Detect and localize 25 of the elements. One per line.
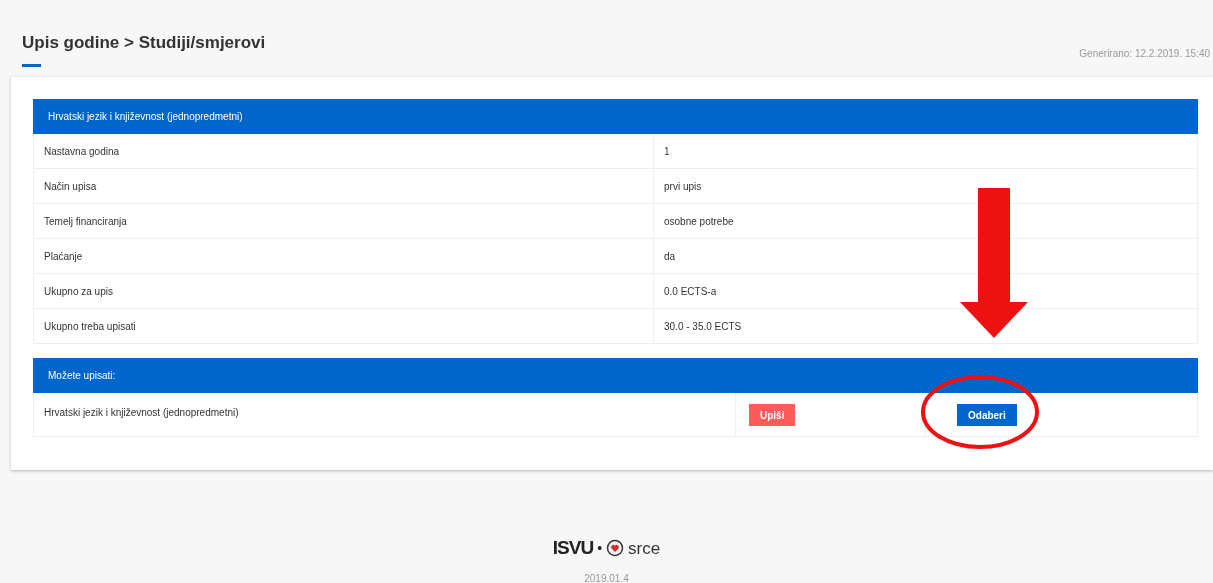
table-cell: Ukupno treba upisati xyxy=(34,309,654,343)
table-cell-text: 0.0 ECTS-a xyxy=(663,284,718,299)
table-cell-text: da xyxy=(663,249,677,264)
table-cell-text: 30.0 - 35.0 ECTS xyxy=(663,319,743,334)
table-cell: Ukupno za upis xyxy=(34,274,654,308)
isvu-logo: ISVU xyxy=(552,536,594,560)
version-text: 2019.01.4 xyxy=(584,571,629,583)
table-header: Hrvatski jezik i književnost (jednopredmetni) xyxy=(33,99,1198,134)
table-cell: Temelj financiranja xyxy=(34,204,654,238)
page-title: Upis godine > Studiji/smjerovi xyxy=(22,32,266,54)
table-cell: Plaćanje xyxy=(34,239,654,273)
table-header: Možete upisati: xyxy=(33,358,1198,393)
table-cell-text: 1 xyxy=(663,144,671,159)
logo-separator: • xyxy=(597,538,603,558)
table-cell: Hrvatski jezik i književnost (jednopredmetni) xyxy=(34,393,736,436)
table-cell-text: osobne potrebe xyxy=(663,214,735,229)
srce-logo: srce xyxy=(628,537,661,560)
heart-at-icon xyxy=(606,539,625,558)
table-cell: Način upisa xyxy=(34,169,654,203)
enroll-button[interactable]: Upiši xyxy=(749,404,796,426)
select-button[interactable]: Odaberi xyxy=(957,404,1017,426)
generated-timestamp: Generirano: 12.2.2019. 15:40 xyxy=(1079,47,1210,61)
table-cell: Nastavna godina xyxy=(34,134,654,168)
table-cell-text: prvi upis xyxy=(663,179,703,194)
title-underline xyxy=(22,63,41,67)
